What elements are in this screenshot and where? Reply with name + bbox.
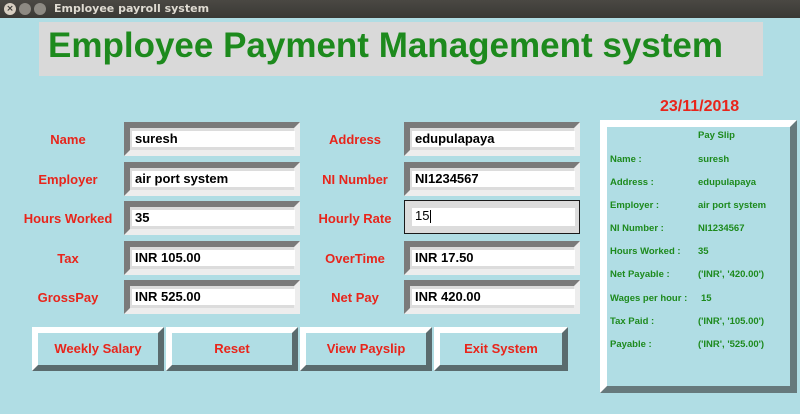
payslip-title: Pay Slip [698, 130, 735, 141]
ni-number-input[interactable]: NI1234567 [412, 171, 575, 187]
overtime-field[interactable]: INR 17.50 [404, 241, 580, 275]
hours-worked-label: Hours Worked [23, 211, 113, 226]
hourly-rate-label: Hourly Rate [318, 211, 392, 226]
payslip-ni-number-value: NI1234567 [698, 223, 745, 234]
header-banner: Employee Payment Management system [39, 22, 763, 76]
exit-system-button[interactable]: Exit System [434, 327, 568, 371]
minimize-icon[interactable] [19, 3, 31, 15]
payslip-tax-paid-value: ('INR', '105.00') [698, 316, 765, 327]
tax-input[interactable]: INR 105.00 [132, 250, 295, 266]
weekly-salary-button[interactable]: Weekly Salary [32, 327, 164, 371]
net-pay-field[interactable]: INR 420.00 [404, 280, 580, 314]
window-titlebar: × Employee payroll system [0, 0, 800, 18]
employer-label: Employer [38, 172, 98, 187]
ni-number-field[interactable]: NI1234567 [404, 162, 580, 196]
hourly-rate-input[interactable]: 15 [412, 208, 575, 226]
tax-field[interactable]: INR 105.00 [124, 241, 300, 275]
payslip-payable-label: Payable : [610, 339, 652, 350]
address-field[interactable]: edupulapaya [404, 122, 580, 156]
payslip-tax-paid-label: Tax Paid : [610, 316, 655, 327]
payslip-net-payable-label: Net Payable : [610, 269, 670, 280]
hours-worked-input[interactable]: 35 [132, 210, 295, 226]
name-field[interactable]: suresh [124, 122, 300, 156]
payslip-name-value: suresh [698, 154, 730, 165]
payslip-employer-label: Employer : [610, 200, 660, 211]
net-pay-label: Net Pay [331, 290, 379, 305]
ni-number-label: NI Number [322, 172, 388, 187]
gross-pay-field[interactable]: INR 525.00 [124, 280, 300, 314]
payslip-hours-worked-label: Hours Worked : [610, 246, 681, 257]
payslip-employer-value: air port system [698, 200, 767, 211]
name-input[interactable]: suresh [132, 131, 295, 147]
view-payslip-button[interactable]: View Payslip [300, 327, 432, 371]
address-input[interactable]: edupulapaya [412, 131, 575, 147]
tax-label: Tax [57, 251, 79, 266]
gross-pay-input[interactable]: INR 525.00 [132, 289, 295, 305]
name-label: Name [50, 132, 86, 147]
gross-pay-label: GrossPay [37, 290, 99, 305]
window-title: Employee payroll system [54, 2, 210, 15]
payslip-net-payable-value: ('INR', '420.00') [698, 269, 765, 280]
payslip-address-value: edupulapaya [698, 177, 757, 188]
payslip-panel: Pay Slip Name : suresh Address : edupula… [600, 120, 797, 393]
payslip-wages-per-hour-label: Wages per hour : [610, 293, 688, 304]
reset-button[interactable]: Reset [166, 327, 298, 371]
hourly-rate-field[interactable]: 15 [404, 200, 580, 234]
payslip-name-label: Name : [610, 154, 642, 165]
page-title: Employee Payment Management system [48, 26, 723, 65]
payslip-ni-number-label: NI Number : [610, 223, 664, 234]
overtime-input[interactable]: INR 17.50 [412, 250, 575, 266]
overtime-label: OverTime [325, 251, 385, 266]
payslip-hours-worked-value: 35 [698, 246, 709, 257]
close-icon[interactable]: × [4, 3, 16, 15]
text-caret [430, 210, 432, 224]
payslip-wages-per-hour-value: 15 [701, 293, 712, 304]
payslip-address-label: Address : [610, 177, 654, 188]
date-display: 23/11/2018 [660, 98, 740, 115]
payslip-payable-value: ('INR', '525.00') [698, 339, 765, 350]
employer-input[interactable]: air port system [132, 171, 295, 187]
address-label: Address [328, 132, 382, 147]
hours-worked-field[interactable]: 35 [124, 201, 300, 235]
employer-field[interactable]: air port system [124, 162, 300, 196]
net-pay-input[interactable]: INR 420.00 [412, 289, 575, 305]
maximize-icon[interactable] [34, 3, 46, 15]
hourly-rate-value: 15 [415, 208, 430, 223]
